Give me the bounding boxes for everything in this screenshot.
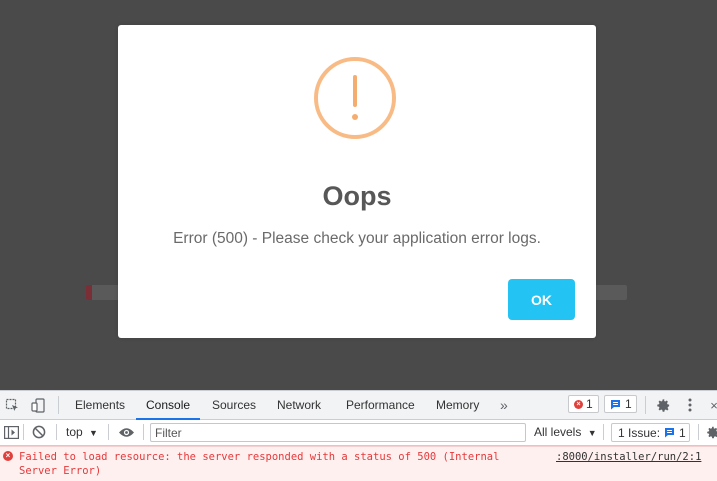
settings-gear-icon[interactable] [654,396,672,414]
context-selector-label: top [66,425,83,439]
error-icon: × [574,399,583,409]
close-devtools-icon[interactable]: × [709,396,717,414]
toolbar-separator [108,424,109,440]
dialog-title: Oops [322,181,392,211]
tab-elements[interactable]: Elements [75,391,125,419]
console-toolbar: top ▼ All levels ▼ 1 Issue: 1 [0,420,717,446]
error-dialog: Oops Error (500) - Please check your app… [118,25,596,338]
live-expression-eye-icon[interactable] [116,424,136,440]
message-count: 1 [625,397,632,411]
tab-performance[interactable]: Performance [346,391,415,419]
more-options-icon[interactable] [683,396,697,414]
toolbar-separator [603,424,604,440]
device-toolbar-icon[interactable] [30,397,46,413]
tabbar-separator [58,396,59,414]
console-output: × Failed to load resource: the server re… [0,446,717,481]
chevron-down-icon: ▼ [89,428,98,438]
tabbar-separator [645,396,646,414]
message-icon [610,399,621,410]
error-count-badge[interactable]: × 1 [568,395,599,413]
toolbar-separator [698,424,699,440]
toolbar-separator [23,424,24,440]
sidebar-toggle-icon[interactable] [3,424,19,440]
log-levels-dropdown[interactable]: All levels ▼ [534,425,597,439]
more-tabs-chevron-icon[interactable]: » [500,391,508,419]
issues-count: 1 [679,425,686,440]
tab-sources[interactable]: Sources [212,391,256,419]
devtools-panel: Elements Console Sources Network Perform… [0,390,717,481]
message-count-badge[interactable]: 1 [604,395,637,413]
background-progress-fill [86,285,92,300]
log-levels-label: All levels [534,425,582,439]
error-message-text: Failed to load resource: the server resp… [19,451,500,477]
chevron-down-icon: ▼ [587,428,597,438]
issues-button[interactable]: 1 Issue: 1 [611,423,690,442]
devtools-tabbar: Elements Console Sources Network Perform… [0,391,717,420]
error-source-link[interactable]: :8000/installer/run/2:1 [556,450,701,464]
warning-exclamation-icon [314,57,396,139]
issues-label: 1 Issue: [618,425,661,440]
error-count: 1 [586,397,593,411]
tab-console[interactable]: Console [135,391,201,420]
tab-memory[interactable]: Memory [436,391,479,419]
page-viewport: Oops Error (500) - Please check your app… [0,0,717,390]
clear-console-icon[interactable] [31,424,47,440]
toolbar-separator [56,424,57,440]
toolbar-separator [143,424,144,440]
filter-input[interactable] [150,423,526,442]
context-selector[interactable]: top ▼ [66,425,98,439]
dialog-message: Error (500) - Please check your applicat… [173,230,541,247]
error-icon: × [3,451,13,461]
tab-network[interactable]: Network [277,391,321,419]
console-settings-gear-icon[interactable] [706,424,717,440]
inspect-element-icon[interactable] [4,397,20,413]
ok-button[interactable]: OK [508,279,575,320]
issue-message-icon [664,427,675,438]
